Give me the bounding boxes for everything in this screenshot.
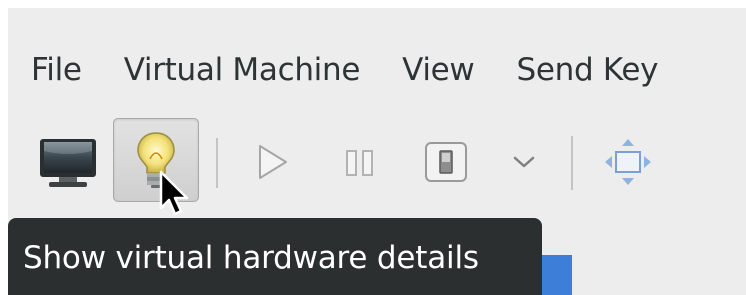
toolbar-separator — [216, 138, 218, 188]
pause-button[interactable] — [336, 138, 384, 188]
tooltip: Show virtual hardware details — [8, 218, 542, 295]
power-icon — [425, 142, 467, 182]
chevron-down-icon — [513, 156, 535, 168]
window-edge-left — [0, 0, 8, 295]
menu-virtual-machine[interactable]: Virtual Machine — [103, 46, 381, 94]
mouse-cursor-icon — [159, 170, 189, 216]
menu-file[interactable]: File — [8, 46, 103, 94]
app-window: File Virtual Machine View Send Key Show … — [0, 0, 746, 295]
menu-view[interactable]: View — [381, 46, 495, 94]
tooltip-text: Show virtual hardware details — [23, 240, 479, 276]
menu-send-key[interactable]: Send Key — [495, 46, 679, 94]
console-button[interactable] — [32, 128, 104, 198]
pause-icon — [346, 150, 373, 176]
menubar: File Virtual Machine View Send Key — [8, 46, 679, 94]
window-edge-top — [0, 0, 746, 8]
monitor-icon — [40, 139, 96, 187]
toolbar — [8, 112, 746, 212]
shutdown-menu-button[interactable] — [504, 142, 544, 182]
shutdown-button[interactable] — [416, 134, 476, 190]
fullscreen-button[interactable] — [596, 132, 660, 192]
fullscreen-arrows-icon — [605, 139, 651, 185]
run-button[interactable] — [246, 134, 298, 190]
toolbar-separator — [571, 136, 573, 190]
play-icon — [259, 145, 287, 179]
